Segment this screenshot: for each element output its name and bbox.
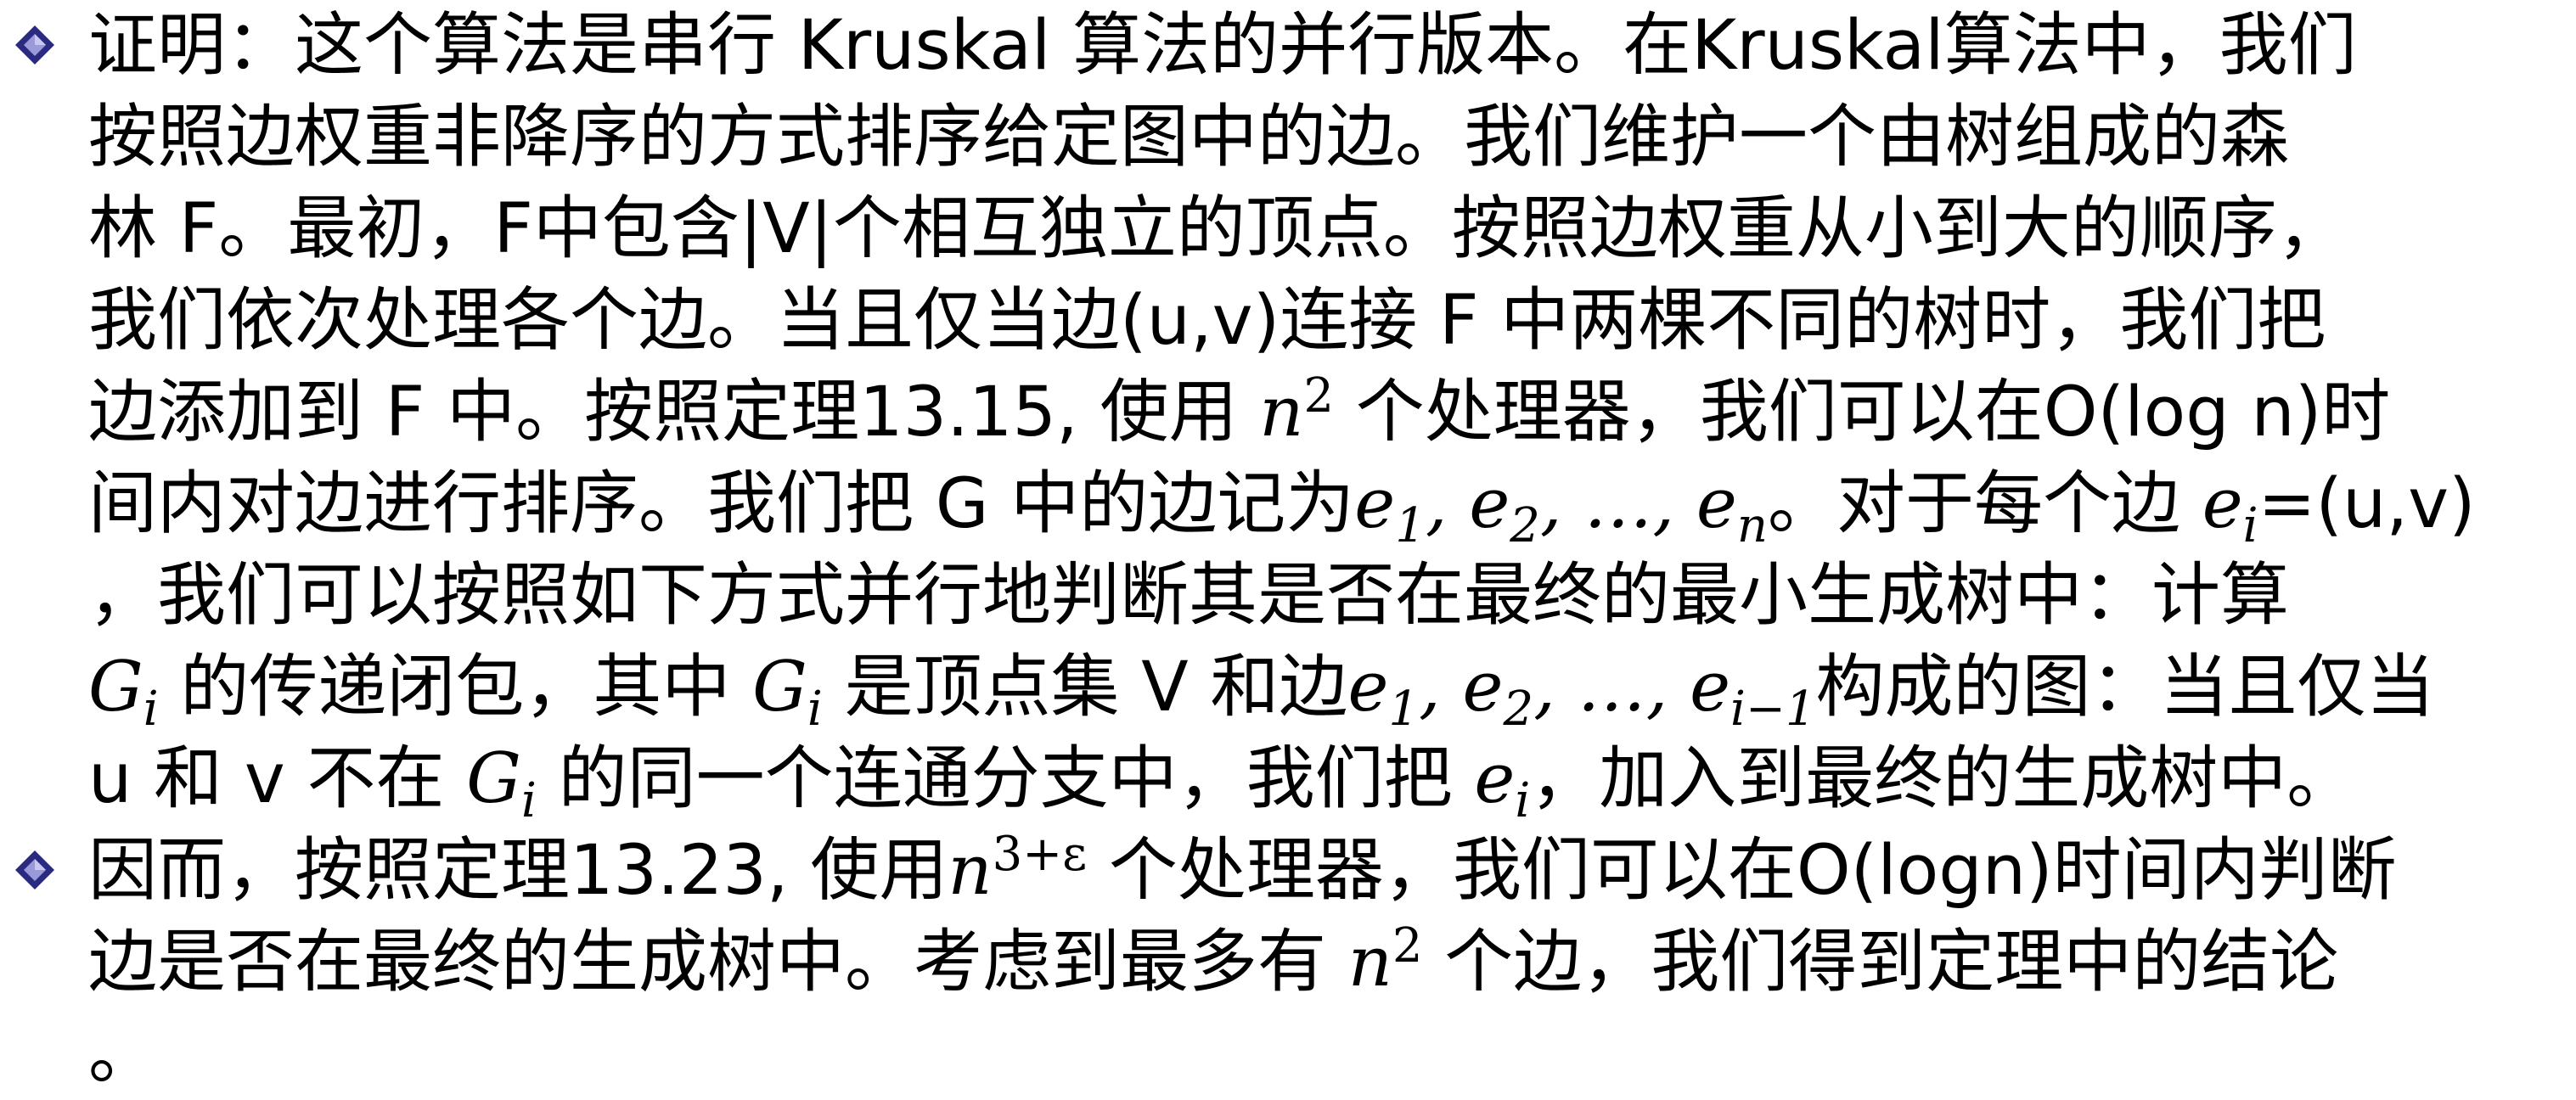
text-line: 我们依次处理各个边。当且仅当边(u,v)连接 F 中两棵不同的树时，我们把 [88,281,2326,361]
math-edge-sequence: e1, e2, …, ei−1 [1347,648,1816,738]
text-line: 证明：这个算法是串行 Kruskal 算法的并行版本。在Kruskal算法中，我… [88,6,2357,86]
slide: 证明：这个算法是串行 Kruskal 算法的并行版本。在Kruskal算法中，我… [0,0,2576,1098]
text-line: 。 [88,1014,158,1094]
math-g-i: Gi [466,739,537,829]
math-n-squared: n2 [1259,368,1335,453]
text-line: 林 F。最初，F中包含|V|个相互独立的顶点。按照边权重从小到大的顺序， [88,189,2346,269]
text-line: 间内对边进行排序。我们把 G 中的边记为e1, e2, …, en。对于每个边 … [88,464,2476,554]
text-line: u 和 v 不在 Gi 的同一个连通分支中，我们把 ei，加入到最终的生成树中。 [88,739,2356,829]
math-e-i: ei [2202,464,2258,554]
text-line: 边是否在最终的生成树中。考虑到最多有 n2 个边，我们得到定理中的结论 [88,918,2339,1003]
math-n-cubed-eps: n3+ε [948,827,1088,912]
text-line: Gi 的传递闭包，其中 Gi 是顶点集 V 和边e1, e2, …, ei−1构… [88,648,2435,738]
math-n-squared: n2 [1347,918,1423,1003]
math-g-i: Gi [752,648,823,738]
text-line: 因而，按照定理13.23, 使用n3+ε 个处理器，我们可以在O(logn)时间… [88,827,2397,912]
text-line: ，我们可以按照如下方式并行地判断其是否在最终的最小生成树中：计算 [88,556,2290,636]
diamond-bullet-icon [15,850,54,890]
text-line: 边添加到 F 中。按照定理13.15, 使用 n2 个处理器，我们可以在O(lo… [88,368,2391,453]
diamond-bullet-icon [15,25,54,65]
math-e-i: ei [1474,739,1531,829]
text-line: 按照边权重非降序的方式排序给定图中的边。我们维护一个由树组成的森 [88,98,2290,177]
math-edge-sequence: e1, e2, …, en [1354,464,1768,554]
math-g-i: Gi [88,648,159,738]
